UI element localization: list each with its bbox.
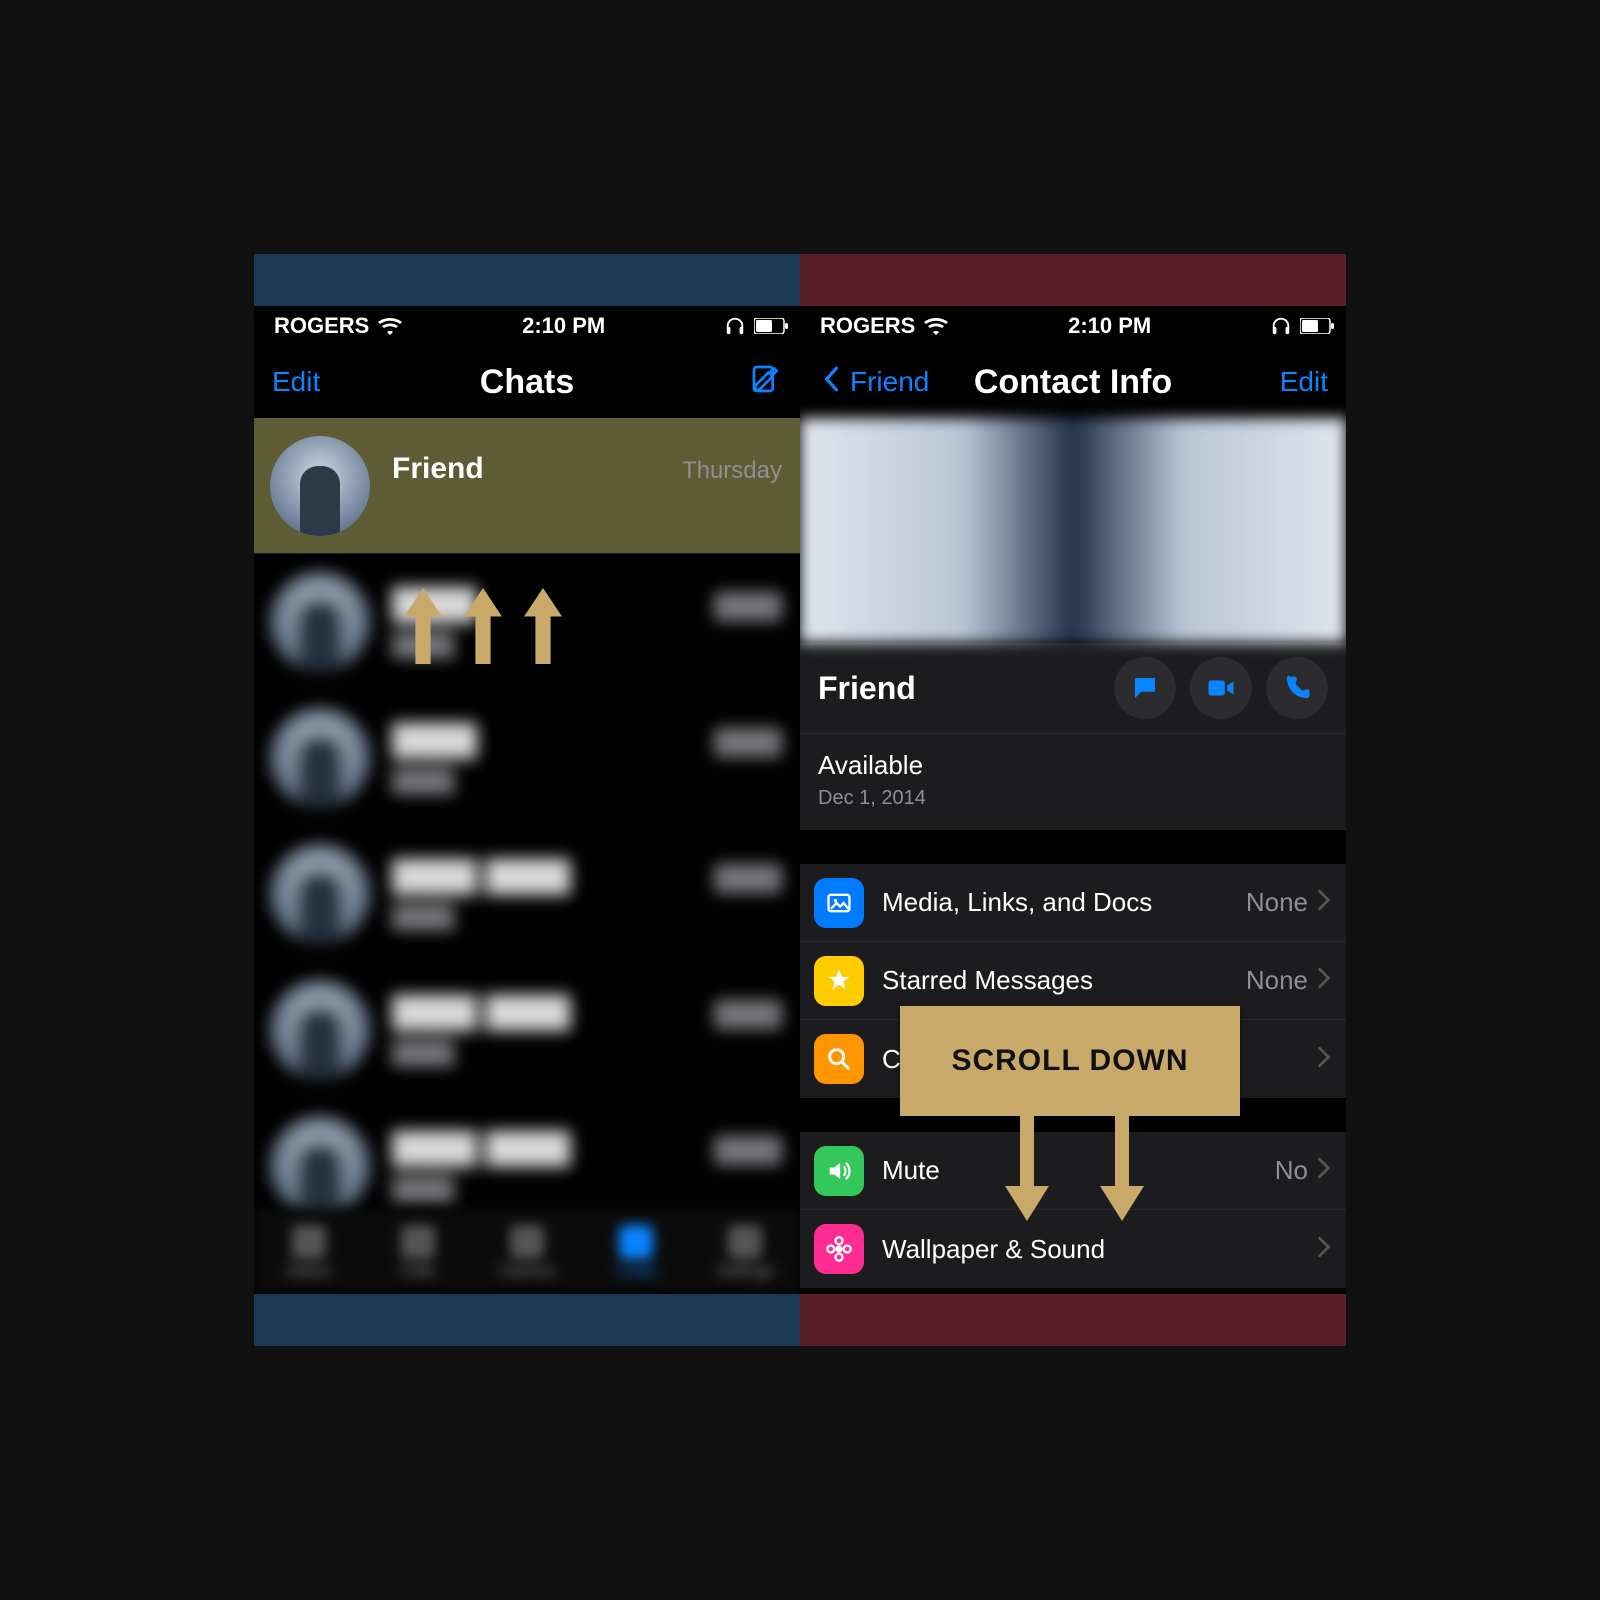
setting-label: Mute (882, 1155, 1275, 1186)
chats-screen: ROGERS 2:10 PM Edit (254, 306, 800, 1294)
row-mute[interactable]: Mute No (800, 1132, 1346, 1210)
tab-camera[interactable]: Camera (472, 1211, 581, 1294)
headphones-icon (1270, 315, 1292, 337)
tab-calls[interactable]: Calls (363, 1211, 472, 1294)
battery-icon (1300, 318, 1334, 334)
chat-preview (392, 496, 782, 520)
wifi-icon (923, 317, 949, 335)
chevron-left-icon (818, 366, 844, 399)
setting-label: Media, Links, and Docs (882, 887, 1246, 918)
video-call-button[interactable] (1190, 657, 1252, 719)
annotation-scroll-banner: SCROLL DOWN (900, 1006, 1240, 1116)
edit-button[interactable]: Edit (1280, 366, 1328, 398)
chats-nav-bar: Edit Chats (254, 346, 800, 418)
edit-button[interactable]: Edit (272, 366, 320, 398)
status-bar: ROGERS 2:10 PM (254, 306, 800, 346)
headphones-icon (724, 315, 746, 337)
status-text: Available (818, 750, 1328, 781)
chat-row-blurred: ████ ████████████ (254, 962, 800, 1098)
flower-icon (814, 1224, 864, 1274)
setting-label: Starred Messages (882, 965, 1246, 996)
status-bar: ROGERS 2:10 PM (800, 306, 1346, 346)
contact-name-label: Friend (818, 670, 1100, 707)
contact-info-screen: ROGERS 2:10 PM (800, 306, 1346, 1294)
setting-value: None (1246, 887, 1308, 918)
left-panel-bg: ROGERS 2:10 PM Edit (254, 254, 800, 1346)
chat-row-blurred: ████████████ (254, 690, 800, 826)
wifi-icon (377, 317, 403, 335)
message-button[interactable] (1114, 657, 1176, 719)
chat-date-label: Thursday (682, 457, 782, 485)
row-media-links-docs[interactable]: Media, Links, and Docs None (800, 864, 1346, 942)
chat-row-friend[interactable]: Friend Thursday (254, 418, 800, 554)
contact-header: Friend (800, 643, 1346, 733)
speaker-icon (814, 1146, 864, 1196)
back-label: Friend (850, 366, 929, 398)
contact-hero-photo (800, 418, 1346, 643)
setting-value: None (1246, 965, 1308, 996)
voice-call-button[interactable] (1266, 657, 1328, 719)
row-wallpaper-sound[interactable]: Wallpaper & Sound (800, 1210, 1346, 1288)
tab-settings[interactable]: Settings (691, 1211, 800, 1294)
carrier-label: ROGERS (274, 313, 369, 339)
chevron-right-icon (1316, 889, 1332, 916)
nav-title: Chats (254, 363, 800, 402)
tutorial-composite: ROGERS 2:10 PM Edit (254, 254, 1346, 1346)
setting-label: Wallpaper & Sound (882, 1234, 1308, 1265)
compose-icon[interactable] (750, 363, 782, 402)
chat-name-label: Friend (392, 452, 484, 486)
contact-nav-bar: Friend Contact Info Edit (800, 346, 1346, 418)
tab-status[interactable]: Status (254, 1211, 363, 1294)
carrier-label: ROGERS (820, 313, 915, 339)
tab-chats[interactable]: Chats (582, 1211, 691, 1294)
battery-icon (754, 318, 788, 334)
setting-value: No (1275, 1155, 1308, 1186)
chat-row-blurred: ████ ████████████ (254, 826, 800, 962)
clock-label: 2:10 PM (949, 313, 1270, 339)
avatar (270, 436, 370, 536)
chevron-right-icon (1316, 1236, 1332, 1263)
contact-status-row: Available Dec 1, 2014 (800, 733, 1346, 830)
chat-list[interactable]: Friend Thursday ████████████ ███████████… (254, 418, 800, 1234)
photo-icon (814, 878, 864, 928)
search-icon (814, 1034, 864, 1084)
right-panel-bg: ROGERS 2:10 PM (800, 254, 1346, 1346)
tab-bar: Status Calls Camera Chats Settings (254, 1210, 800, 1294)
back-button[interactable]: Friend (818, 366, 929, 399)
status-date: Dec 1, 2014 (818, 787, 1328, 810)
settings-group-sound: Mute No Wallpaper & Sound (800, 1132, 1346, 1288)
chevron-right-icon (1316, 1157, 1332, 1184)
star-icon (814, 956, 864, 1006)
chat-row-blurred: ████████████ (254, 554, 800, 690)
chevron-right-icon (1316, 967, 1332, 994)
clock-label: 2:10 PM (403, 313, 724, 339)
chevron-right-icon (1316, 1046, 1332, 1073)
